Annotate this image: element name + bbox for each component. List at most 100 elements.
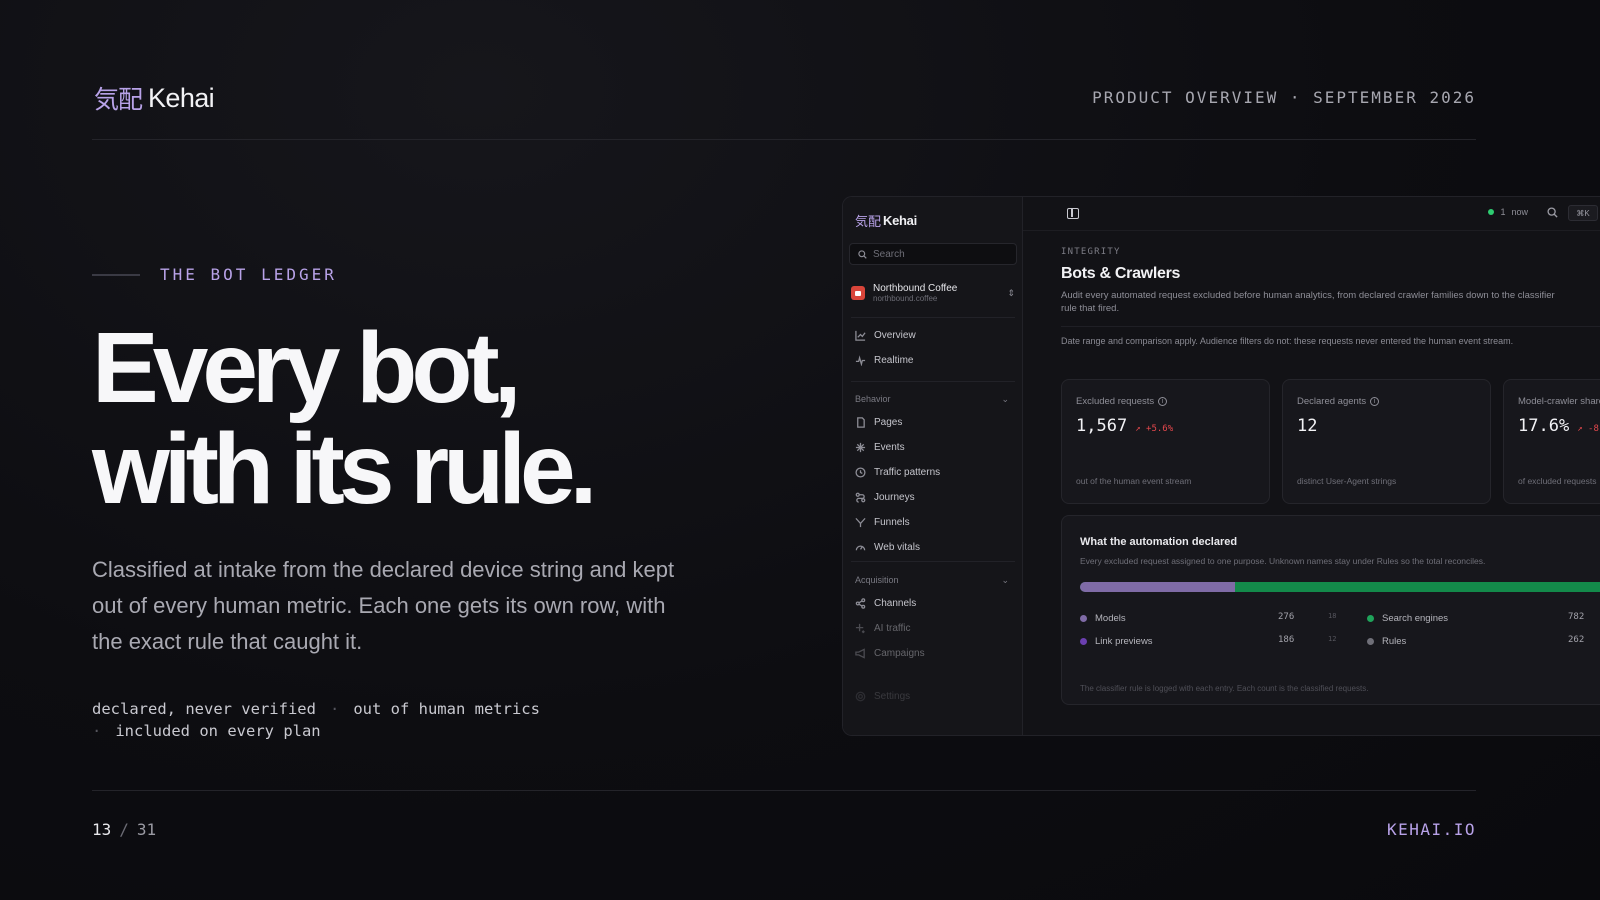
nav-group-label: Behavior bbox=[855, 394, 891, 404]
nav-group-acquisition[interactable]: Acquisition ⌄ bbox=[843, 569, 1023, 591]
page-total: 31 bbox=[136, 820, 157, 839]
kpi-label: Declared agents i bbox=[1297, 396, 1380, 407]
brand-logo: 気配 Kehai bbox=[94, 80, 215, 116]
info-icon[interactable]: i bbox=[1158, 397, 1168, 406]
tag-included: included on every plan bbox=[115, 722, 321, 740]
legend-item-link-previews[interactable]: Link previews bbox=[1080, 634, 1153, 648]
nav-group-label: Acquisition bbox=[855, 575, 899, 585]
main-content: INTEGRITY Bots & Crawlers Audit every au… bbox=[1061, 247, 1600, 705]
sparkles-icon bbox=[855, 623, 865, 634]
sidebar-item-label: Pages bbox=[874, 417, 903, 428]
search-input[interactable] bbox=[873, 248, 1003, 260]
sidebar-item-funnels[interactable]: Funnels bbox=[843, 510, 1023, 535]
sidebar-divider bbox=[851, 317, 1015, 318]
panel-description: Every excluded request assigned to one p… bbox=[1080, 556, 1486, 566]
legend-value: 262 bbox=[1568, 635, 1585, 645]
legend-item-rules[interactable]: Rules bbox=[1367, 634, 1406, 648]
sidebar-item-channels[interactable]: Channels bbox=[843, 591, 1023, 616]
kpi-label: Model-crawler share bbox=[1518, 396, 1600, 407]
chart-line-icon bbox=[855, 330, 866, 341]
sidebar-item-label: Overview bbox=[874, 330, 916, 341]
brand-kanji: 気配 bbox=[94, 85, 143, 114]
legend-label: Rules bbox=[1382, 635, 1407, 647]
sidebar-item-campaigns[interactable]: Campaigns bbox=[843, 641, 1023, 666]
sidebar-brand-name: Kehai bbox=[883, 213, 917, 228]
purpose-bar bbox=[1080, 582, 1600, 592]
kpi-value-text: 12 bbox=[1297, 416, 1318, 436]
nav-primary: Overview Realtime bbox=[843, 323, 1023, 373]
automation-panel: What the automation declared Every exclu… bbox=[1061, 515, 1600, 705]
legend-value: 276 bbox=[1278, 612, 1295, 622]
info-icon[interactable]: i bbox=[1370, 397, 1380, 406]
gear-icon bbox=[855, 691, 866, 702]
workspace-switcher[interactable]: Northbound Coffee northbound.coffee ⇕ bbox=[851, 277, 1015, 309]
command-shortcut[interactable]: ⌘K bbox=[1568, 205, 1598, 221]
legend-dot-icon bbox=[1080, 614, 1087, 622]
workspace-text: Northbound Coffee northbound.coffee bbox=[873, 283, 999, 303]
legend-pct: 12 bbox=[1328, 635, 1337, 643]
kpi-value-text: 17.6% bbox=[1518, 416, 1570, 436]
pulse-icon bbox=[855, 355, 866, 366]
search-icon[interactable] bbox=[1547, 207, 1558, 218]
kpi-cards: Excluded requests i 1,567 ↗ +5.6% out of t… bbox=[1061, 379, 1600, 504]
page-description-cont: rule that fired. bbox=[1061, 303, 1120, 314]
headline-line-2: with its rule. bbox=[92, 413, 597, 525]
filter-note: Date range and comparison apply. Audienc… bbox=[1061, 336, 1514, 346]
legend-item-models[interactable]: Models bbox=[1080, 611, 1126, 625]
bar-segment-rest[interactable] bbox=[1234, 582, 1600, 592]
eyebrow-rule bbox=[92, 273, 140, 276]
kpi-delta: ↗ -8 bbox=[1577, 424, 1599, 434]
sidebar-item-events[interactable]: Events bbox=[843, 435, 1023, 460]
page-current: 13 bbox=[92, 820, 112, 839]
kpi-value-text: 1,567 bbox=[1076, 416, 1128, 436]
gauge-icon bbox=[855, 545, 866, 551]
legend-item-search-engines[interactable]: Search engines bbox=[1367, 611, 1448, 625]
clock-icon bbox=[855, 467, 866, 478]
app-topbar: 1 now ⌘K bbox=[1023, 197, 1600, 231]
app-screenshot: 気配 Kehai Northbound Coffee northbound.co… bbox=[842, 196, 1600, 736]
sidebar-item-label: Traffic patterns bbox=[874, 467, 941, 478]
sidebar-divider bbox=[851, 561, 1015, 562]
tag-separator: · bbox=[92, 722, 102, 740]
legend-label: Search engines bbox=[1382, 612, 1449, 624]
live-label: now bbox=[1511, 207, 1528, 217]
legend-value: 186 bbox=[1278, 635, 1295, 645]
sidebar-item-label: Campaigns bbox=[874, 648, 925, 659]
kpi-footnote: out of the human event stream bbox=[1076, 476, 1192, 486]
site-link[interactable]: KEHAI.IO bbox=[1387, 820, 1476, 839]
bar-segment-models[interactable] bbox=[1080, 582, 1235, 592]
sidebar-item-label: AI traffic bbox=[874, 623, 911, 634]
sidebar-item-settings[interactable]: Settings bbox=[843, 684, 1023, 709]
sidebar-item-web-vitals[interactable]: Web vitals bbox=[843, 535, 1023, 560]
nav-group-behavior[interactable]: Behavior ⌄ bbox=[843, 388, 1023, 410]
sidebar-item-label: Funnels bbox=[874, 517, 910, 528]
headline: Every bot, with its rule. bbox=[92, 318, 792, 520]
sidebar-brand-kanji: 気配 bbox=[855, 215, 882, 230]
page-description: Audit every automated request excluded b… bbox=[1061, 290, 1555, 301]
kpi-card-model-crawler-share[interactable]: Model-crawler share 17.6% ↗ -8 of exclude… bbox=[1503, 379, 1600, 504]
sidebar-item-overview[interactable]: Overview bbox=[843, 323, 1023, 348]
sidebar-item-journeys[interactable]: Journeys bbox=[843, 485, 1023, 510]
legend-dot-icon bbox=[1080, 637, 1087, 645]
sidebar-item-label: Realtime bbox=[874, 355, 914, 366]
kpi-footnote: of excluded requests bbox=[1518, 476, 1597, 486]
content-divider bbox=[1061, 326, 1600, 327]
workspace-domain: northbound.coffee bbox=[873, 294, 938, 303]
nav-settings: Settings bbox=[843, 684, 1023, 709]
sidebar-item-traffic-patterns[interactable]: Traffic patterns bbox=[843, 460, 1023, 485]
sidebar-search[interactable] bbox=[849, 243, 1017, 265]
kpi-card-excluded[interactable]: Excluded requests i 1,567 ↗ +5.6% out of t… bbox=[1061, 379, 1270, 504]
sidebar-toggle-icon[interactable] bbox=[1067, 208, 1079, 219]
breadcrumb: INTEGRITY bbox=[1061, 247, 1121, 257]
kpi-card-declared-agents[interactable]: Declared agents i 12 distinct User-Agent … bbox=[1282, 379, 1491, 504]
sidebar-item-pages[interactable]: Pages bbox=[843, 410, 1023, 435]
workspace-name: Northbound Coffee bbox=[873, 283, 958, 294]
kpi-value: 12 bbox=[1297, 416, 1317, 436]
sidebar-item-ai-traffic[interactable]: AI traffic bbox=[843, 616, 1023, 641]
sidebar-item-realtime[interactable]: Realtime bbox=[843, 348, 1023, 373]
sidebar-brand[interactable]: 気配 Kehai bbox=[855, 211, 917, 230]
megaphone-icon bbox=[855, 648, 865, 659]
tag-out-of-human: out of human metrics bbox=[353, 700, 540, 718]
legend-pct: 18 bbox=[1328, 612, 1337, 620]
legend-label: Models bbox=[1095, 612, 1126, 624]
